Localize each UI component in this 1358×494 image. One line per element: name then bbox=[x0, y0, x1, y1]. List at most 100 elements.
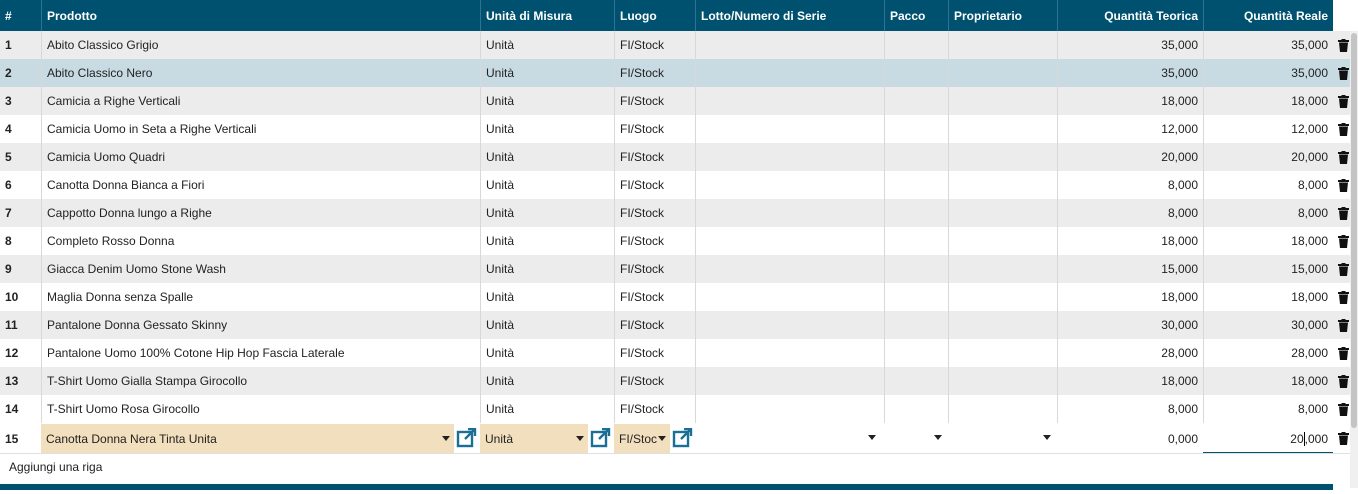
theoretical-qty: 35,000 bbox=[1057, 59, 1203, 87]
caret-down-icon[interactable] bbox=[442, 436, 450, 441]
lot-select[interactable] bbox=[695, 423, 884, 454]
package-cell bbox=[884, 143, 948, 171]
table-row[interactable]: 2 Abito Classico Nero Unità FI/Stock 35,000 3… bbox=[0, 59, 1358, 87]
uom-value: Unità bbox=[480, 395, 614, 423]
trash-icon[interactable] bbox=[1338, 178, 1349, 192]
col-header-location[interactable]: Luogo bbox=[614, 0, 695, 31]
product-name: Pantalone Donna Gessato Skinny bbox=[41, 311, 480, 339]
real-qty: 8,000 bbox=[1203, 171, 1333, 199]
real-qty: 18,000 bbox=[1203, 283, 1333, 311]
product-name: Completo Rosso Donna bbox=[41, 227, 480, 255]
trash-icon[interactable] bbox=[1338, 38, 1349, 52]
product-select[interactable]: Canotta Donna Nera Tinta Unita bbox=[41, 424, 454, 453]
location-value: FI/Stock bbox=[614, 395, 695, 423]
col-header-real-qty[interactable]: Quantità Reale bbox=[1203, 0, 1333, 31]
caret-down-icon[interactable] bbox=[1043, 435, 1051, 440]
row-index: 10 bbox=[5, 290, 19, 304]
table-row[interactable]: 4 Camicia Uomo in Seta a Righe Verticali U… bbox=[0, 115, 1358, 143]
real-qty: 18,000 bbox=[1203, 367, 1333, 395]
caret-down-icon[interactable] bbox=[576, 436, 584, 441]
col-header-owner[interactable]: Proprietario bbox=[948, 0, 1057, 31]
trash-icon[interactable] bbox=[1338, 206, 1349, 220]
col-header-theoretical-qty[interactable]: Quantità Teorica bbox=[1057, 0, 1203, 31]
trash-icon[interactable] bbox=[1338, 150, 1349, 164]
trash-icon[interactable] bbox=[1338, 402, 1349, 416]
external-link-icon[interactable] bbox=[456, 428, 478, 448]
scrollbar-thumb[interactable] bbox=[1351, 33, 1357, 428]
theoretical-qty: 30,000 bbox=[1057, 311, 1203, 339]
table-row[interactable]: 10 Maglia Donna senza Spalle Unità FI/Stock… bbox=[0, 283, 1358, 311]
caret-down-icon[interactable] bbox=[934, 435, 942, 440]
uom-value: Unità bbox=[480, 367, 614, 395]
trash-icon[interactable] bbox=[1338, 122, 1349, 136]
owner-select[interactable] bbox=[948, 423, 1057, 454]
trash-icon[interactable] bbox=[1338, 234, 1349, 248]
table-row[interactable]: 14 T-Shirt Uomo Rosa Girocollo Unità FI/Sto… bbox=[0, 395, 1358, 423]
row-index: 6 bbox=[5, 178, 12, 192]
uom-value: Unità bbox=[480, 87, 614, 115]
theoretical-qty: 18,000 bbox=[1057, 87, 1203, 115]
lot-cell bbox=[695, 115, 884, 143]
col-header-lot[interactable]: Lotto/Numero di Serie bbox=[695, 0, 884, 31]
col-header-package[interactable]: Pacco bbox=[884, 0, 948, 31]
trash-icon[interactable] bbox=[1338, 290, 1349, 304]
real-qty: 8,000 bbox=[1203, 199, 1333, 227]
row-index: 3 bbox=[5, 94, 12, 108]
owner-cell bbox=[948, 87, 1057, 115]
trash-icon[interactable] bbox=[1338, 262, 1349, 276]
col-header-product[interactable]: Prodotto bbox=[41, 0, 480, 31]
row-index: 2 bbox=[5, 66, 12, 80]
table-row[interactable]: 5 Camicia Uomo Quadri Unità FI/Stock 20,000 2… bbox=[0, 143, 1358, 171]
product-name: Pantalone Uomo 100% Cotone Hip Hop Fasci… bbox=[41, 339, 480, 367]
package-cell bbox=[884, 171, 948, 199]
owner-cell bbox=[948, 171, 1057, 199]
table-row[interactable]: 8 Completo Rosso Donna Unità FI/Stock 18,000… bbox=[0, 227, 1358, 255]
add-line-link[interactable]: Aggiungi una riga bbox=[0, 453, 1354, 480]
table-row[interactable]: 6 Canotta Donna Bianca a Fiori Unità FI/Sto… bbox=[0, 171, 1358, 199]
col-header-uom[interactable]: Unità di Misura bbox=[480, 0, 614, 31]
trash-icon[interactable] bbox=[1338, 66, 1349, 80]
inventory-lines-table: # Prodotto Unità di Misura Luogo Lotto/N… bbox=[0, 0, 1358, 490]
product-name: Camicia Uomo Quadri bbox=[41, 143, 480, 171]
table-row[interactable]: 12 Pantalone Uomo 100% Cotone Hip Hop Fas… bbox=[0, 339, 1358, 367]
lot-cell bbox=[695, 59, 884, 87]
location-select[interactable]: FI/Stoc bbox=[614, 424, 670, 453]
package-select[interactable] bbox=[884, 423, 948, 454]
external-link-icon[interactable] bbox=[672, 428, 694, 448]
uom-value: Unità bbox=[480, 339, 614, 367]
col-header-index[interactable]: # bbox=[0, 0, 41, 31]
trash-icon[interactable] bbox=[1338, 346, 1349, 360]
table-row[interactable]: 11 Pantalone Donna Gessato Skinny Unità FI/… bbox=[0, 311, 1358, 339]
trash-icon[interactable] bbox=[1338, 374, 1349, 388]
table-row[interactable]: 7 Cappotto Donna lungo a Righe Unità FI/Sto… bbox=[0, 199, 1358, 227]
location-value: FI/Stock bbox=[614, 283, 695, 311]
real-qty: 30,000 bbox=[1203, 311, 1333, 339]
product-name: Giacca Denim Uomo Stone Wash bbox=[41, 255, 480, 283]
real-qty-input[interactable]: 20,000 bbox=[1203, 423, 1333, 454]
table-footer bbox=[0, 484, 1333, 490]
trash-icon[interactable] bbox=[1338, 432, 1349, 445]
caret-down-icon[interactable] bbox=[658, 436, 666, 441]
package-cell bbox=[884, 115, 948, 143]
trash-icon[interactable] bbox=[1338, 94, 1349, 108]
real-qty-input-text-after: ,000 bbox=[1304, 431, 1328, 446]
package-cell bbox=[884, 283, 948, 311]
table-row[interactable]: 3 Camicia a Righe Verticali Unità FI/Stock 1… bbox=[0, 87, 1358, 115]
real-qty: 18,000 bbox=[1203, 87, 1333, 115]
real-qty: 12,000 bbox=[1203, 115, 1333, 143]
real-qty: 15,000 bbox=[1203, 255, 1333, 283]
theoretical-qty: 28,000 bbox=[1057, 339, 1203, 367]
table-row[interactable]: 1 Abito Classico Grigio Unità FI/Stock 35,00… bbox=[0, 31, 1358, 59]
external-link-icon[interactable] bbox=[590, 428, 612, 448]
location-value: FI/Stock bbox=[614, 227, 695, 255]
table-row[interactable]: 13 T-Shirt Uomo Gialla Stampa Girocollo Un… bbox=[0, 367, 1358, 395]
trash-icon[interactable] bbox=[1338, 318, 1349, 332]
location-value: FI/Stock bbox=[614, 31, 695, 59]
table-row[interactable]: 9 Giacca Denim Uomo Stone Wash Unità FI/Sto… bbox=[0, 255, 1358, 283]
uom-select[interactable]: Unità bbox=[480, 424, 588, 453]
caret-down-icon[interactable] bbox=[868, 435, 876, 440]
row-index: 15 bbox=[5, 431, 19, 446]
table-row-editing[interactable]: 15 Canotta Donna Nera Tinta Unita Unità … bbox=[0, 423, 1358, 454]
theoretical-qty: 20,000 bbox=[1057, 143, 1203, 171]
theoretical-qty-value: 0,000 bbox=[1167, 431, 1198, 446]
